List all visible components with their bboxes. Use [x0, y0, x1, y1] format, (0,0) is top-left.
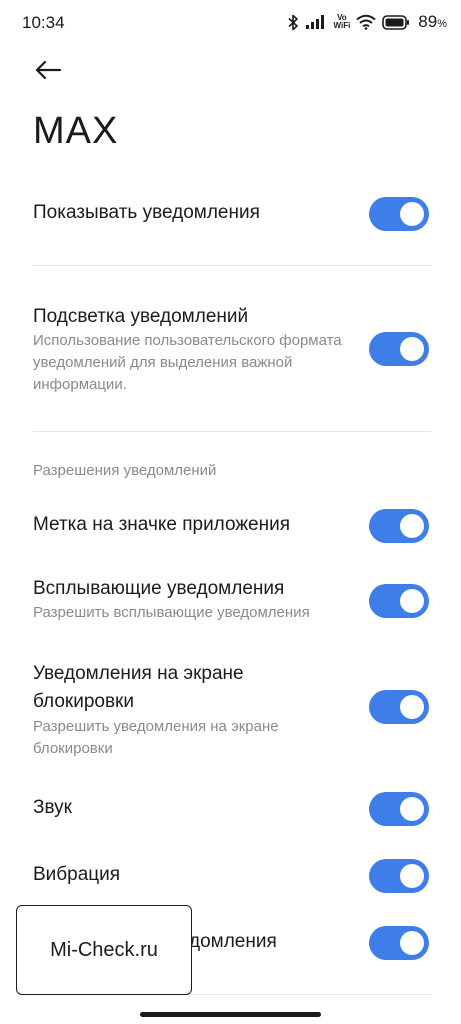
- toggle-knob: [400, 931, 424, 955]
- signal-icon: [305, 14, 327, 30]
- setting-title: Подсветка уведомлений: [33, 306, 249, 327]
- divider: [33, 431, 431, 432]
- setting-lockscreen[interactable]: Уведомления на экране блокировки Разреши…: [33, 660, 431, 760]
- vowifi-icon: Vo WiFi: [333, 14, 350, 30]
- toggle-knob: [400, 797, 424, 821]
- setting-title: Вибрация: [33, 864, 121, 885]
- setting-subtitle: Разрешить уведомления на экране блокиров…: [33, 718, 279, 757]
- setting-subtitle: Использование пользовательского формата …: [33, 332, 342, 393]
- setting-title: Всплывающие уведомления: [33, 578, 285, 599]
- battery-level: 89%: [418, 12, 447, 32]
- toggle-knob: [400, 337, 424, 361]
- toggle-knob: [400, 202, 424, 226]
- battery-unit: %: [437, 18, 447, 30]
- sound-toggle[interactable]: [369, 792, 429, 826]
- section-header: Разрешения уведомлений: [33, 462, 217, 479]
- battery-value: 89: [418, 12, 438, 31]
- back-button[interactable]: [30, 52, 66, 88]
- setting-title: Звук: [33, 797, 72, 818]
- toggle-knob: [400, 514, 424, 538]
- battery-icon: [382, 14, 410, 30]
- page-title: MAX: [33, 110, 119, 152]
- setting-highlight[interactable]: Подсветка уведомлений Использование поль…: [33, 304, 431, 400]
- toggle-knob: [400, 589, 424, 613]
- partial-toggle[interactable]: [369, 926, 429, 960]
- wifi-icon: [356, 14, 376, 30]
- arrow-left-icon: [35, 60, 62, 80]
- setting-subtitle: Разрешить всплывающие уведомления: [33, 604, 310, 621]
- bluetooth-icon: [287, 14, 299, 31]
- toggle-knob: [400, 695, 424, 719]
- setting-show-notifications[interactable]: Показывать уведомления: [33, 196, 431, 232]
- status-bar: 10:34 Vo WiFi 89%: [0, 0, 461, 46]
- watermark-text: Mi-Check.ru: [50, 938, 158, 961]
- home-indicator[interactable]: [140, 1012, 321, 1017]
- toggle-knob: [400, 864, 424, 888]
- status-time: 10:34: [22, 13, 65, 32]
- setting-badge[interactable]: Метка на значке приложения: [33, 508, 431, 544]
- badge-toggle[interactable]: [369, 509, 429, 543]
- vowifi-bottom: WiFi: [333, 21, 351, 30]
- setting-sound[interactable]: Звук: [33, 791, 431, 827]
- watermark-callout: Mi-Check.ru: [16, 905, 192, 995]
- setting-popup[interactable]: Всплывающие уведомления Разрешить всплыв…: [33, 576, 431, 628]
- show-notifications-toggle[interactable]: [369, 197, 429, 231]
- divider: [33, 265, 431, 266]
- setting-title: Показывать уведомления: [33, 202, 260, 223]
- lockscreen-toggle[interactable]: [369, 690, 429, 724]
- setting-title: Уведомления на экране блокировки: [33, 663, 244, 712]
- setting-vibration[interactable]: Вибрация: [33, 858, 431, 894]
- status-icons: Vo WiFi 89%: [287, 12, 447, 32]
- setting-title: Метка на значке приложения: [33, 514, 291, 535]
- vibration-toggle[interactable]: [369, 859, 429, 893]
- popup-toggle[interactable]: [369, 584, 429, 618]
- highlight-toggle[interactable]: [369, 332, 429, 366]
